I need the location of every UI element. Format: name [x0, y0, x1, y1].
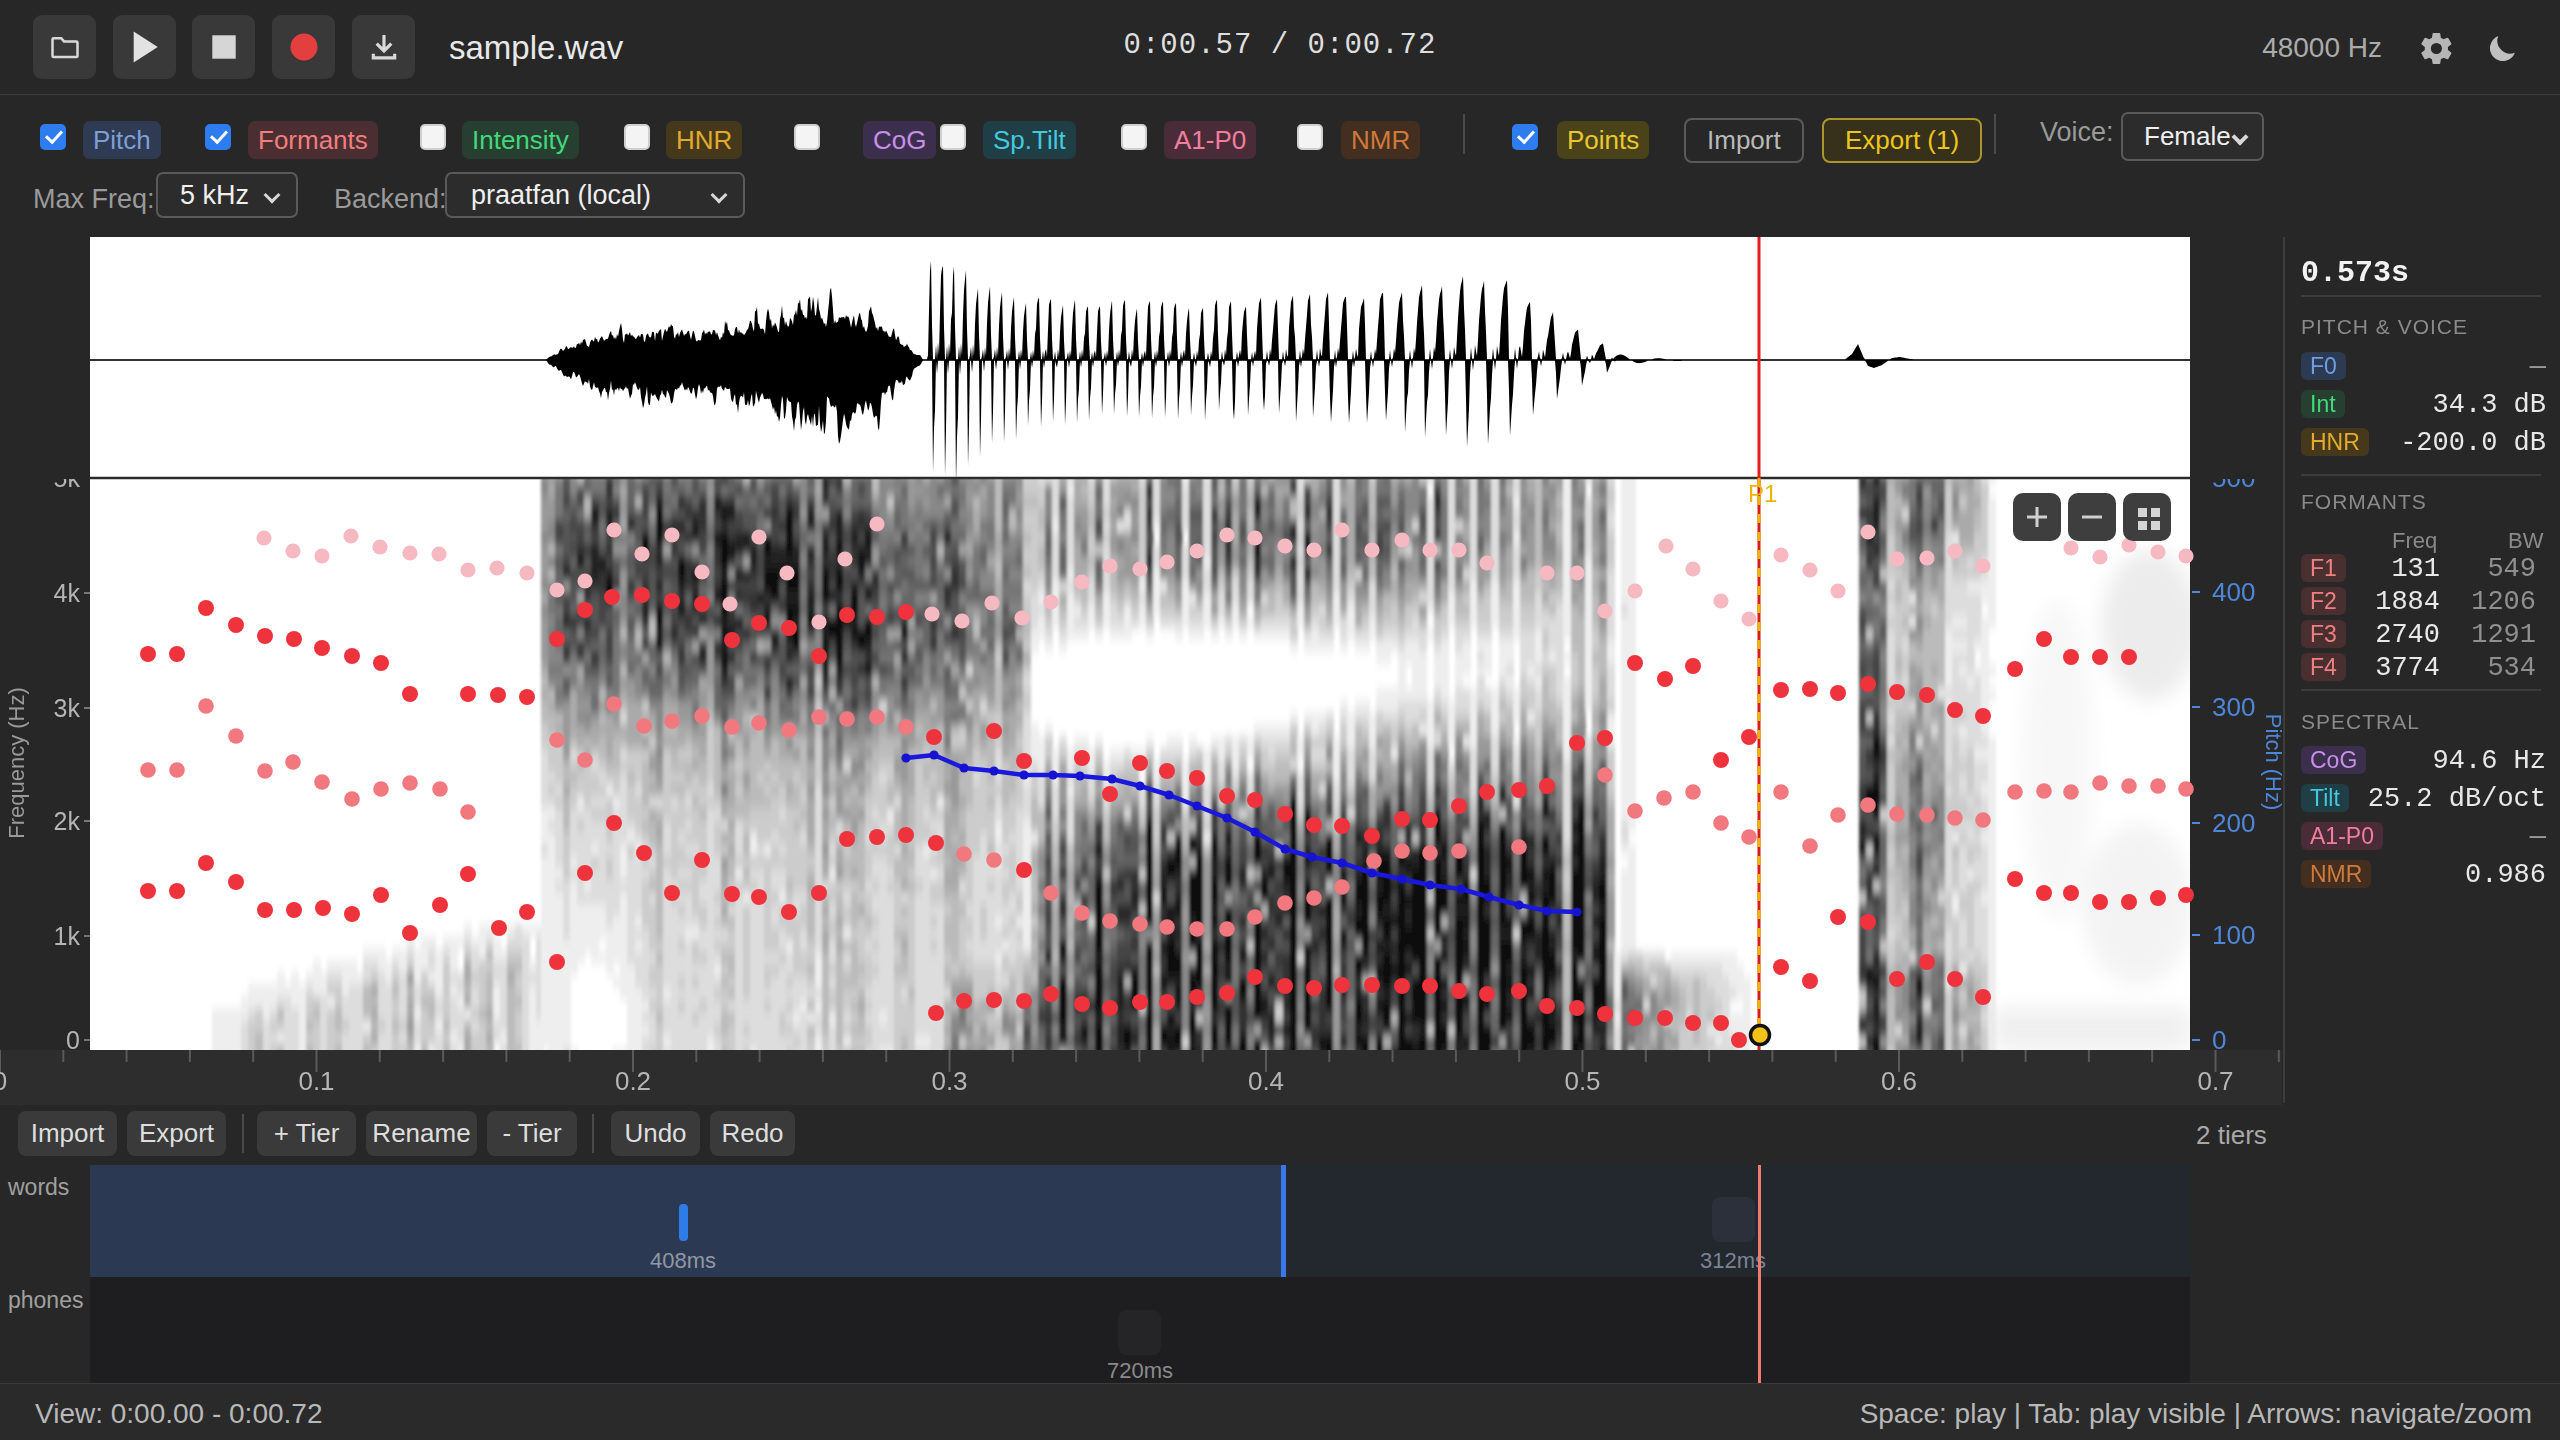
svg-text:0: 0 — [2212, 1025, 2226, 1055]
svg-text:100: 100 — [2212, 920, 2255, 950]
svg-text:P1: P1 — [1748, 480, 1777, 507]
svg-text:0.2: 0.2 — [615, 1066, 651, 1096]
svg-text:0: 0 — [0, 1066, 7, 1096]
svg-text:3k: 3k — [54, 694, 81, 722]
svg-text:1k: 1k — [54, 922, 81, 950]
svg-text:0.3: 0.3 — [931, 1066, 967, 1096]
svg-text:0.6: 0.6 — [1881, 1066, 1917, 1096]
svg-text:Frequency (Hz): Frequency (Hz) — [4, 687, 29, 839]
svg-text:0.5: 0.5 — [1564, 1066, 1600, 1096]
svg-text:300: 300 — [2212, 692, 2255, 722]
svg-text:0.7: 0.7 — [2197, 1066, 2233, 1096]
svg-text:0.1: 0.1 — [298, 1066, 334, 1096]
svg-text:0.4: 0.4 — [1248, 1066, 1284, 1096]
svg-text:4k: 4k — [54, 579, 81, 607]
svg-text:2k: 2k — [54, 807, 81, 835]
svg-text:0: 0 — [66, 1026, 80, 1054]
